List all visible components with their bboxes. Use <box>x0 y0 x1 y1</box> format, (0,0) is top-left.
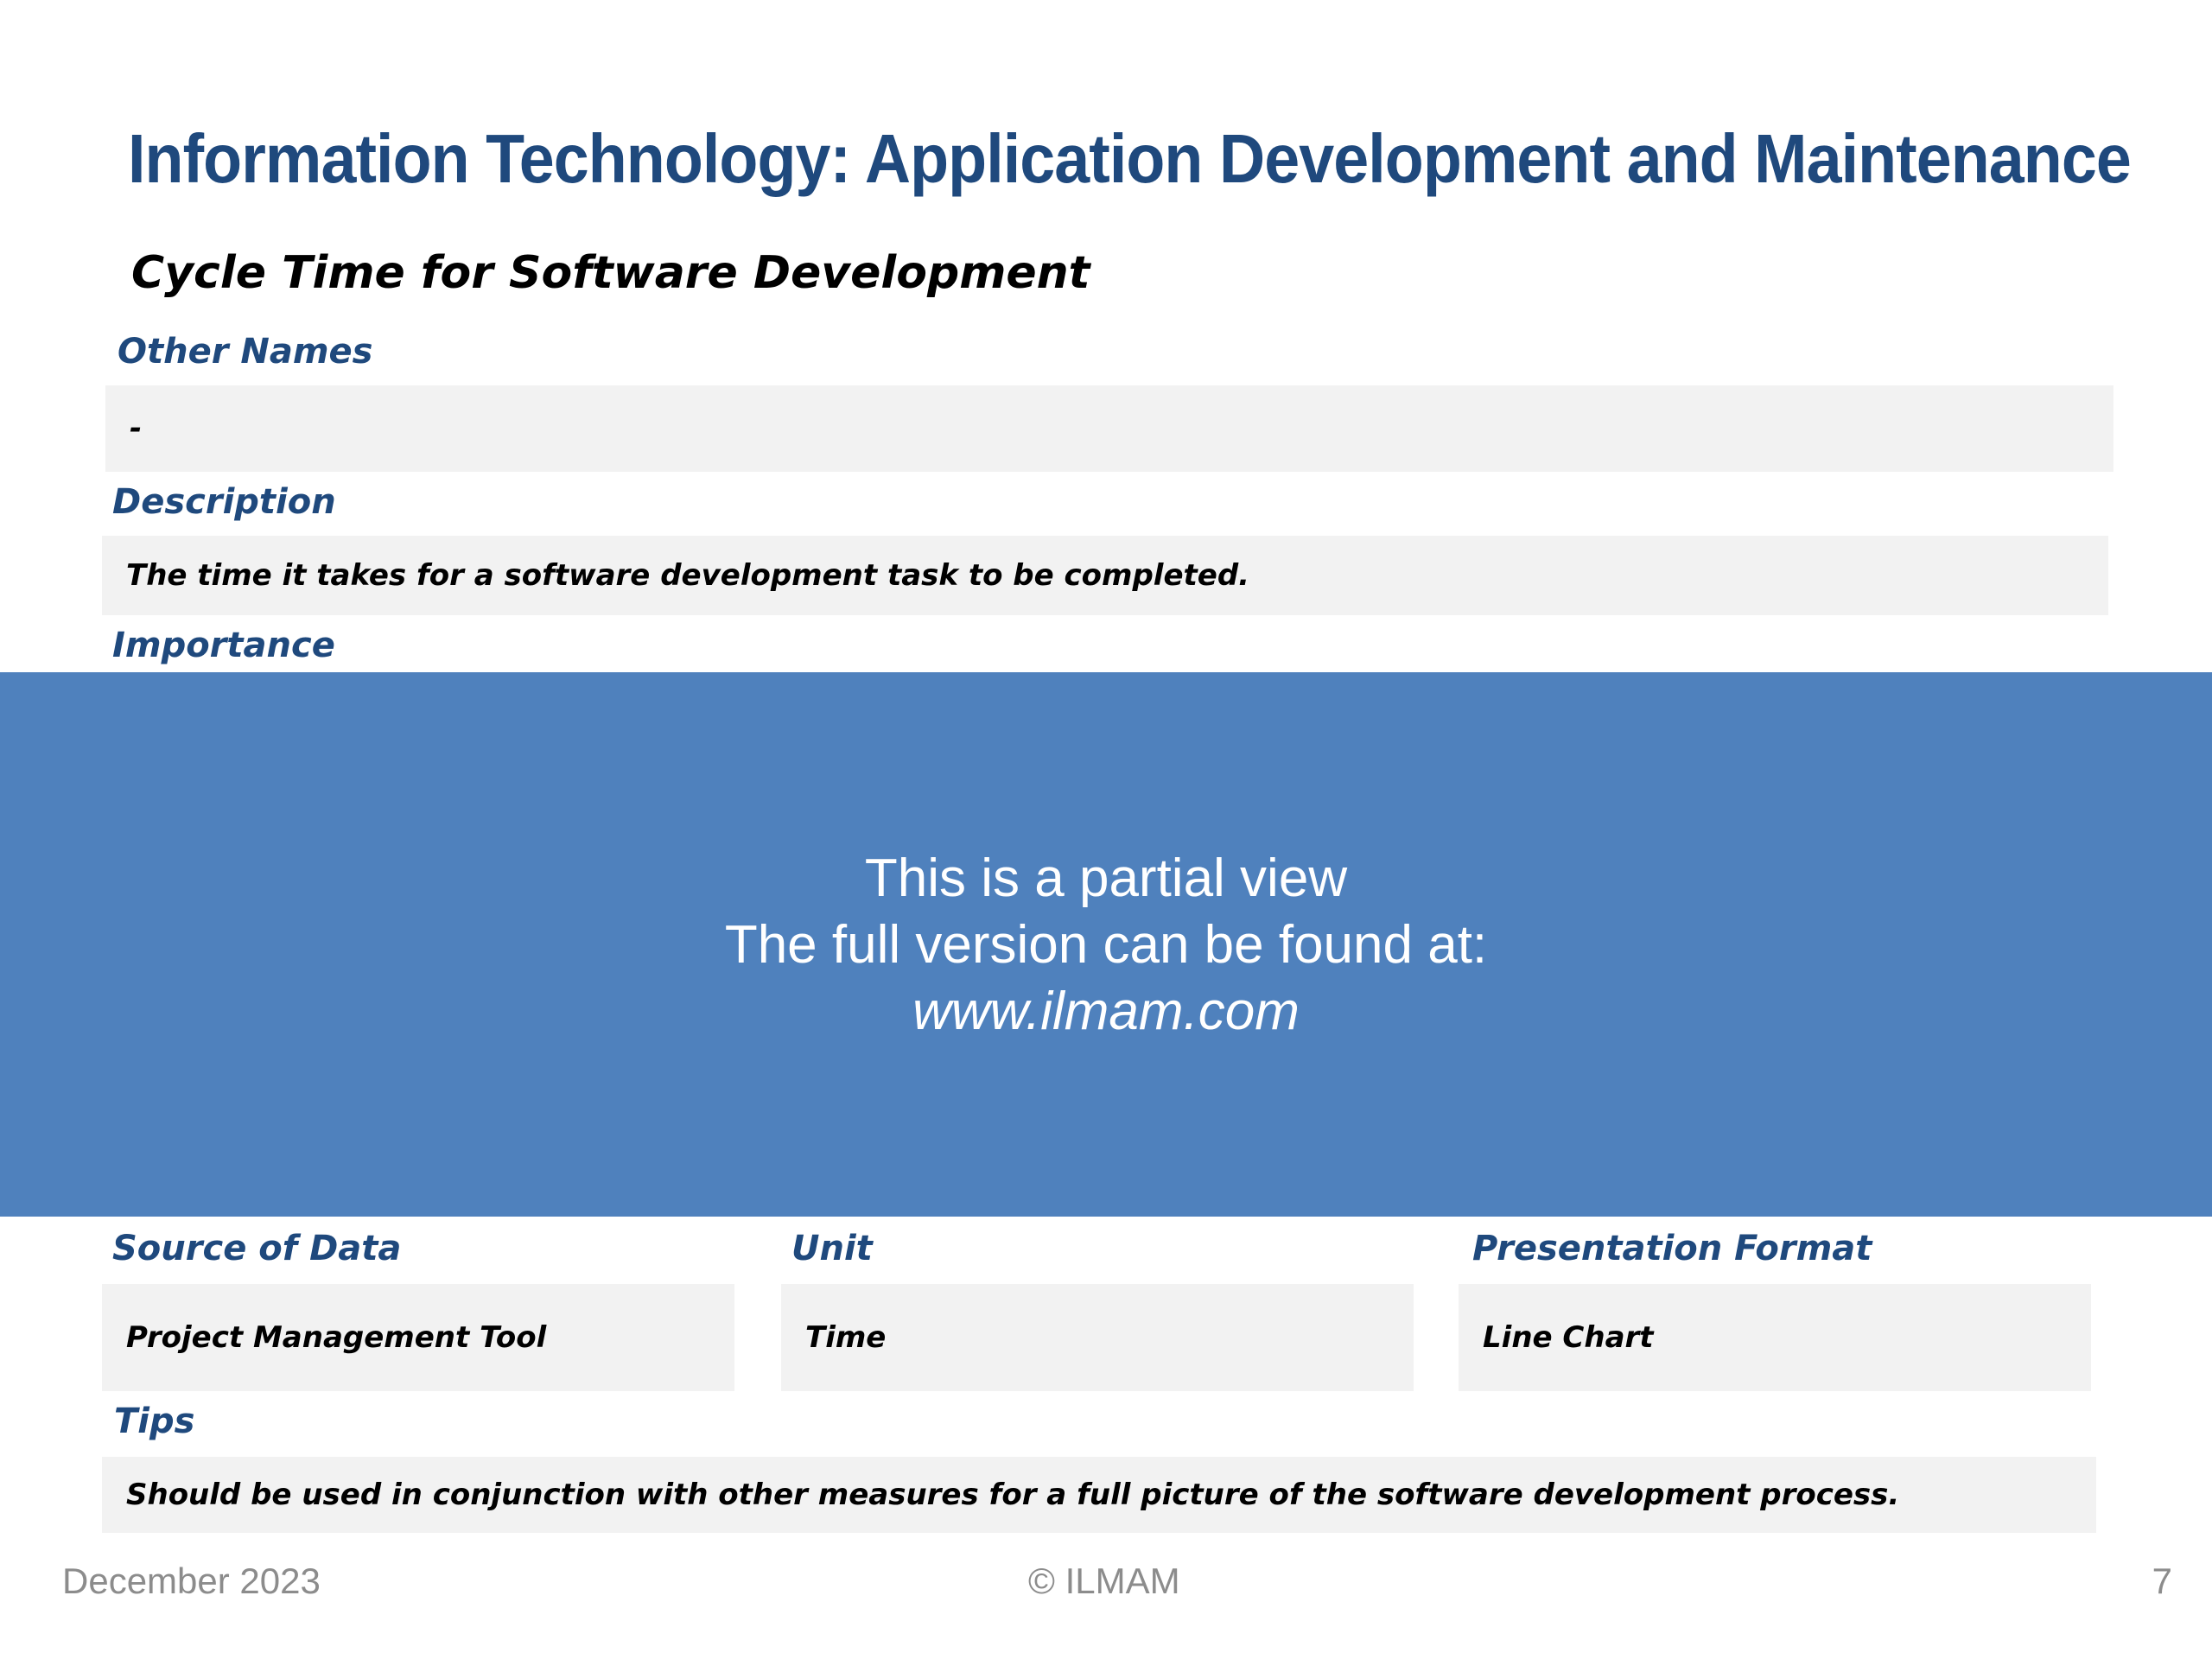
footer-date: December 2023 <box>62 1560 321 1601</box>
page-number: 7 <box>2152 1560 2172 1601</box>
tips-label: Tips <box>114 1402 195 1441</box>
unit-box: Time <box>781 1284 1414 1391</box>
presentation-format-box: Line Chart <box>1459 1284 2091 1391</box>
description-box: The time it takes for a software develop… <box>102 536 2108 615</box>
unit-label: Unit <box>791 1229 873 1268</box>
other-names-label: Other Names <box>118 332 373 372</box>
tips-value: Should be used in conjunction with other… <box>126 1478 1900 1512</box>
unit-value: Time <box>805 1320 887 1355</box>
partial-view-line: This is a partial view <box>864 848 1348 908</box>
tips-box: Should be used in conjunction with other… <box>102 1457 2096 1533</box>
full-version-line: The full version can be found at: <box>724 914 1488 975</box>
partial-view-banner: This is a partial view The full version … <box>0 672 2212 1217</box>
source-of-data-box: Project Management Tool <box>102 1284 734 1391</box>
source-of-data-label: Source of Data <box>112 1229 402 1268</box>
footer-copyright: © ILMAM <box>1028 1560 1180 1601</box>
other-names-box: - <box>105 385 2113 472</box>
website-link[interactable]: www.ilmam.com <box>912 978 1300 1045</box>
presentation-format-label: Presentation Format <box>1472 1229 1872 1268</box>
page-title: Information Technology: Application Deve… <box>128 120 2132 197</box>
description-label: Description <box>112 482 336 522</box>
kpi-subtitle: Cycle Time for Software Development <box>131 247 1090 299</box>
presentation-format-value: Line Chart <box>1483 1320 1654 1355</box>
other-names-value: - <box>130 411 143 446</box>
description-value: The time it takes for a software develop… <box>126 558 1250 593</box>
importance-label: Importance <box>112 626 335 665</box>
source-of-data-value: Project Management Tool <box>126 1320 547 1355</box>
